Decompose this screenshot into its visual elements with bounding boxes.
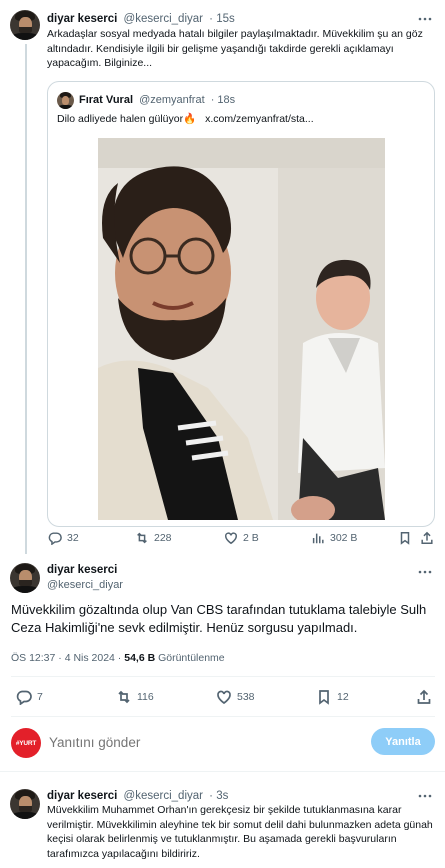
reply-icon — [16, 690, 32, 705]
quote-link[interactable]: x.com/zemyanfrat/sta... — [205, 113, 314, 125]
author-handle[interactable]: @keserci_diyar — [124, 790, 203, 802]
views-total: 54,6 B — [124, 652, 156, 664]
tweet-text: Arkadaşlar sosyal medyada hatalı bilgile… — [47, 28, 423, 69]
quote-media-photo[interactable] — [98, 138, 385, 520]
heart-icon — [225, 532, 237, 545]
reply-input[interactable] — [49, 731, 359, 753]
reply-tweet-header: diyar keserci @keserci_diyar · 3s — [47, 790, 228, 802]
reply-icon — [48, 532, 62, 545]
repost-icon — [137, 532, 147, 544]
reply-submit-button[interactable]: Yanıtla — [371, 728, 435, 755]
focus-bookmark-action[interactable]: 12 — [316, 689, 349, 705]
bookmark-icon[interactable] — [398, 531, 412, 545]
share-icon[interactable] — [416, 689, 432, 705]
share-icon[interactable] — [420, 531, 434, 545]
heart-icon — [217, 690, 231, 705]
quote-author-avatar — [57, 92, 74, 109]
focus-author-name[interactable]: diyar keserci — [47, 564, 117, 576]
focus-author-avatar[interactable] — [10, 563, 40, 593]
like-count: 538 — [237, 691, 255, 703]
tweet-header: diyar keserci @keserci_diyar · 15s — [47, 13, 235, 25]
more-options-icon[interactable] — [418, 567, 432, 577]
tweet-timestamp[interactable]: ÖS 12:37 · 4 Nis 2024 · — [11, 652, 124, 664]
fire-emoji: 🔥 — [183, 113, 197, 125]
photo-illustration — [98, 138, 385, 520]
tweet-meta: ÖS 12:37 · 4 Nis 2024 · 54,6 B Görüntüle… — [11, 652, 225, 664]
more-options-icon[interactable] — [418, 791, 432, 801]
views-action[interactable]: 302 B — [311, 531, 357, 545]
reply-action[interactable]: 32 — [48, 531, 79, 545]
like-count: 2 B — [243, 532, 259, 544]
quote-age: · 18s — [210, 94, 236, 106]
views-count: 302 B — [330, 532, 358, 544]
repost-count: 116 — [137, 691, 154, 703]
divider — [0, 771, 445, 772]
focus-reply-action[interactable]: 7 — [16, 689, 43, 705]
author-name[interactable]: diyar keserci — [47, 790, 117, 802]
bookmark-icon — [319, 690, 329, 705]
author-name[interactable]: diyar keserci — [47, 13, 117, 25]
divider — [11, 676, 435, 677]
quoted-tweet[interactable]: Fırat Vural @zemyanfrat · 18s Dilo adliy… — [47, 81, 435, 527]
yurt-avatar-text: #YURT — [15, 739, 37, 747]
quote-text-line: Dilo adliyede halen gülüyor🔥 x.com/zemya… — [57, 112, 427, 127]
analytics-icon — [312, 533, 324, 544]
quote-header: Fırat Vural @zemyanfrat · 18s — [79, 94, 235, 106]
repost-action[interactable]: 228 — [135, 531, 172, 545]
yurt-avatar[interactable]: #YURT — [11, 728, 41, 758]
focus-tweet-text: Müvekkilim gözaltında olup Van CBS taraf… — [11, 602, 427, 635]
author-handle[interactable]: @keserci_diyar — [124, 13, 203, 25]
quote-author-name: Fırat Vural — [79, 94, 133, 106]
author-avatar[interactable] — [10, 10, 40, 40]
divider — [11, 716, 435, 717]
tweet-age[interactable]: · 3s — [209, 790, 228, 802]
repost-icon — [118, 690, 130, 704]
focus-like-action[interactable]: 538 — [216, 689, 255, 705]
reply-count: 7 — [37, 691, 43, 703]
views-label: Görüntülenme — [155, 652, 225, 664]
thread-connector-line — [25, 44, 27, 554]
focus-repost-action[interactable]: 116 — [116, 689, 154, 705]
reply-author-avatar[interactable] — [10, 789, 40, 819]
repost-count: 228 — [154, 532, 172, 544]
quote-text: Dilo adliyede halen gülüyor — [57, 113, 184, 125]
reply-tweet-text: Müvekkilim Muhammet Orhan'ın gerekçesiz … — [47, 804, 433, 860]
tweet-parent[interactable]: diyar keserci @keserci_diyar · 15s Arkad… — [0, 0, 445, 555]
more-options-icon[interactable] — [418, 14, 432, 24]
quote-author-handle: @zemyanfrat — [139, 94, 205, 106]
tweet-age[interactable]: · 15s — [209, 13, 235, 25]
reply-count: 32 — [67, 532, 79, 544]
focus-author-handle[interactable]: @keserci_diyar — [47, 579, 123, 591]
like-action[interactable]: 2 B — [224, 531, 259, 545]
bookmark-count: 12 — [337, 691, 349, 703]
